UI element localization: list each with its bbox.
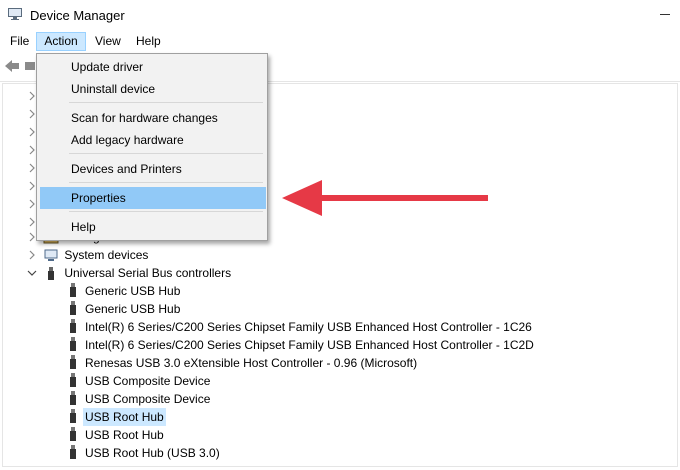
menu-separator [69, 182, 263, 183]
chevron-right-icon[interactable] [27, 250, 37, 260]
usb-connector-icon [70, 283, 76, 297]
usb-connector-icon [70, 391, 76, 405]
usb-connector-icon [70, 373, 76, 387]
menu-file[interactable]: File [4, 32, 35, 51]
tree-item-usb-controllers[interactable]: Universal Serial Bus controllers [27, 264, 233, 282]
annotation-arrow-icon [282, 180, 488, 216]
tree-item-label: Generic USB Hub [85, 284, 181, 298]
tree-item-label: Intel(R) 6 Series/C200 Series Chipset Fa… [85, 338, 534, 352]
chevron-down-icon[interactable] [27, 268, 37, 278]
tree-item-label: USB Root Hub [85, 428, 164, 442]
menu-bar: File Action View Help [0, 30, 680, 53]
tree-item-usb-device[interactable]: USB Root Hub (USB 3.0) [70, 444, 222, 462]
usb-connector-icon [70, 445, 76, 459]
menu-item-uninstall-device[interactable]: Uninstall device [38, 78, 266, 100]
menu-item-add-legacy-hardware[interactable]: Add legacy hardware [38, 129, 266, 151]
tree-item-label: Generic USB Hub [85, 302, 181, 316]
back-arrow-icon[interactable] [4, 59, 20, 73]
menu-item-devices-printers[interactable]: Devices and Printers [38, 158, 266, 180]
usb-connector-icon [70, 409, 76, 423]
title-bar: Device Manager [0, 0, 680, 30]
menu-item-help[interactable]: Help [38, 216, 266, 238]
tree-item-label: USB Root Hub (USB 3.0) [85, 446, 220, 460]
usb-icon [43, 266, 59, 282]
tree-item-usb-device[interactable]: Generic USB Hub [70, 300, 182, 318]
menu-item-properties[interactable]: Properties [40, 187, 266, 209]
tree-item-label: System devices [64, 248, 149, 262]
tree-item-usb-device[interactable]: Intel(R) 6 Series/C200 Series Chipset Fa… [70, 336, 536, 354]
tree-item-usb-device[interactable]: USB Composite Device [70, 390, 212, 408]
menu-action[interactable]: Action [36, 32, 86, 51]
menu-item-scan-hardware[interactable]: Scan for hardware changes [38, 107, 266, 129]
menu-separator [69, 102, 263, 103]
action-menu: Update driver Uninstall device Scan for … [36, 53, 268, 241]
system-devices-icon [43, 249, 59, 263]
usb-connector-icon [70, 337, 76, 351]
forward-arrow-icon[interactable] [25, 62, 35, 70]
usb-connector-icon [70, 427, 76, 441]
menu-view[interactable]: View [89, 32, 127, 51]
usb-connector-icon [70, 301, 76, 315]
usb-connector-icon [70, 319, 76, 333]
usb-connector-icon [70, 355, 76, 369]
minimize-button[interactable] [660, 14, 670, 15]
tree-item-usb-device[interactable]: USB Composite Device [70, 372, 212, 390]
tree-item-usb-device[interactable]: Intel(R) 6 Series/C200 Series Chipset Fa… [70, 318, 534, 336]
tree-item-label: Renesas USB 3.0 eXtensible Host Controll… [85, 356, 418, 370]
tree-item-usb-device[interactable]: Renesas USB 3.0 eXtensible Host Controll… [70, 354, 419, 372]
tree-item-label: Intel(R) 6 Series/C200 Series Chipset Fa… [85, 320, 532, 334]
tree-item-usb-device[interactable]: USB Root Hub [70, 426, 166, 444]
device-manager-icon [8, 8, 22, 20]
tree-item-usb-device-selected[interactable]: USB Root Hub [70, 408, 166, 426]
menu-help[interactable]: Help [130, 32, 167, 51]
tree-item-label: USB Root Hub [83, 408, 166, 426]
menu-separator [69, 153, 263, 154]
tree-item-label: USB Composite Device [85, 392, 211, 406]
tree-item-usb-device[interactable]: Generic USB Hub [70, 282, 182, 300]
menu-item-update-driver[interactable]: Update driver [38, 56, 266, 78]
window-title: Device Manager [30, 8, 125, 23]
tree-item-label: Universal Serial Bus controllers [64, 266, 232, 280]
tree-item-label: USB Composite Device [85, 374, 211, 388]
tree-item-system-devices[interactable]: System devices [29, 246, 150, 264]
menu-separator [69, 211, 263, 212]
